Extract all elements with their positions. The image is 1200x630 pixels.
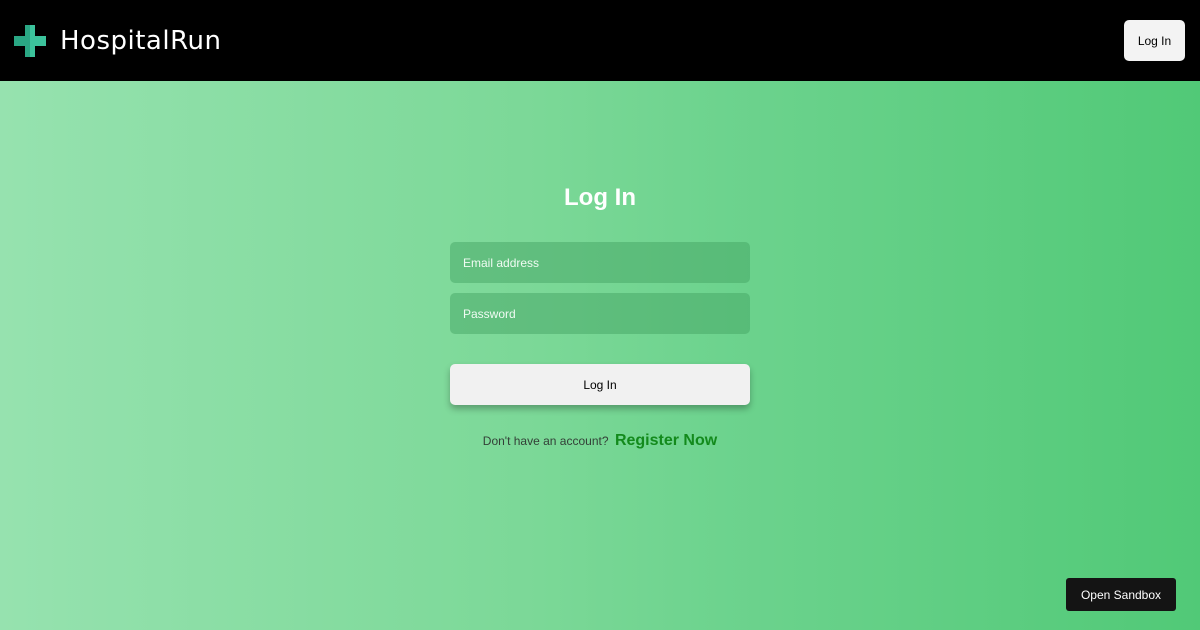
email-input[interactable] (450, 242, 750, 283)
header-login-button[interactable]: Log In (1124, 20, 1185, 61)
brand-name: HospitalRun (60, 26, 222, 56)
password-input[interactable] (450, 293, 750, 334)
login-title: Log In (564, 184, 636, 211)
top-navigation-bar: HospitalRun Log In (0, 0, 1200, 81)
login-page-content: Log In Log In Don't have an account? Reg… (0, 81, 1200, 630)
open-sandbox-button[interactable]: Open Sandbox (1066, 578, 1176, 611)
brand-logo[interactable]: HospitalRun (14, 24, 221, 58)
login-submit-button[interactable]: Log In (450, 364, 750, 405)
register-prompt-text: Don't have an account? (482, 434, 609, 448)
medical-cross-icon (14, 25, 46, 57)
register-prompt-row: Don't have an account? Register Now (0, 431, 1200, 451)
register-now-link[interactable]: Register Now (615, 432, 717, 449)
